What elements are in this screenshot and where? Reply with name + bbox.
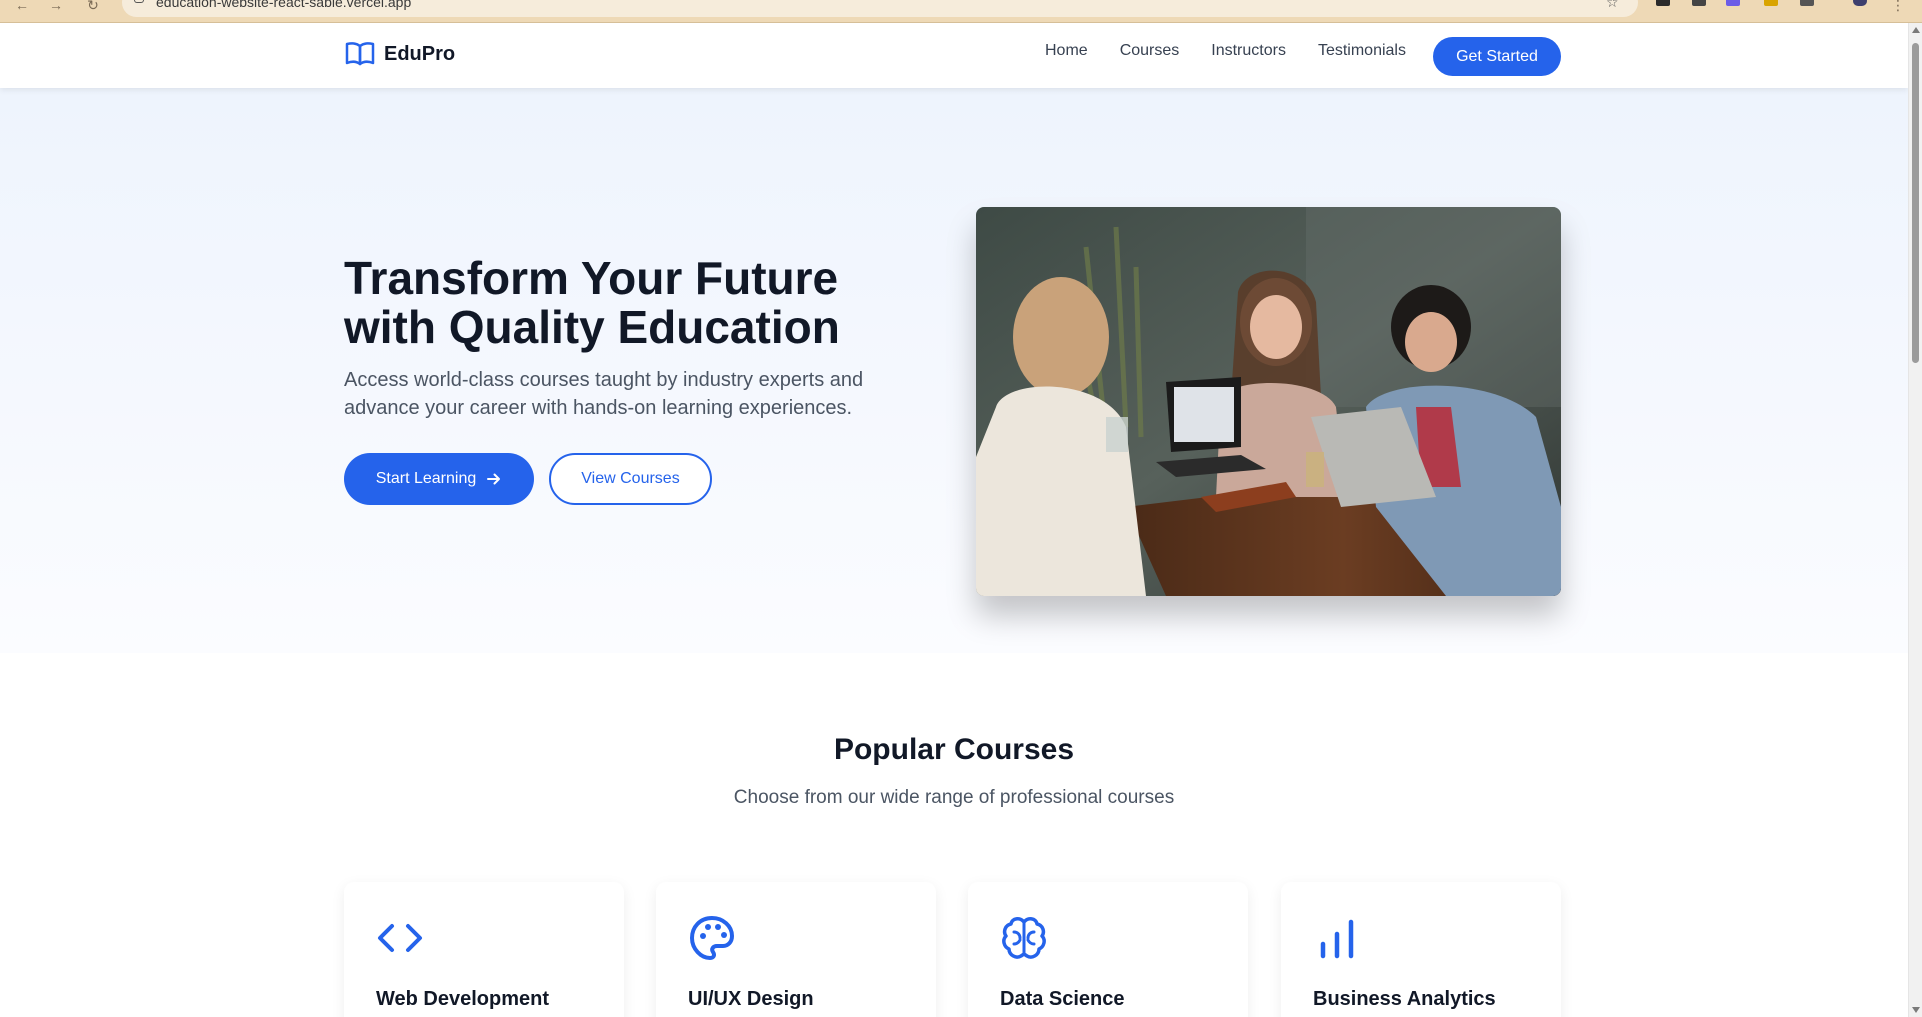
reload-icon[interactable]: ↻ [83, 0, 103, 14]
section-subtitle: Choose from our wide range of profession… [733, 787, 1175, 808]
nav-testimonials-link[interactable]: Testimonials [1318, 38, 1406, 64]
course-title: Business Analytics [1313, 988, 1496, 1010]
main-nav: Home Courses Instructors Testimonials [1045, 38, 1438, 64]
site-header: EduPro Home Courses Instructors Testimon… [0, 23, 1908, 88]
menu-icon[interactable]: ⋮ [1888, 0, 1908, 14]
extension-icon[interactable] [1692, 0, 1706, 6]
brain-icon [1002, 917, 1046, 959]
brand-logo[interactable]: EduPro [345, 40, 455, 68]
hero-image [976, 207, 1561, 596]
hero-subtitle: Access world-class courses taught by ind… [344, 369, 864, 419]
url-text[interactable]: education-website-react-sable.vercel.app [156, 0, 411, 10]
start-learning-label: Start Learning [375, 470, 477, 487]
extension-icon[interactable] [1764, 0, 1778, 6]
scroll-down-icon[interactable] [1912, 1007, 1920, 1013]
extension-icon[interactable] [1800, 0, 1814, 6]
page-scrollbar[interactable] [1908, 23, 1922, 1017]
course-title: Web Development [376, 988, 549, 1010]
section-title: Popular Courses [833, 733, 1075, 766]
extension-icon[interactable] [1656, 0, 1670, 6]
course-card-business-analytics[interactable]: Business Analytics [1281, 882, 1561, 1017]
scroll-up-icon[interactable] [1912, 27, 1920, 33]
nav-home-link[interactable]: Home [1045, 38, 1088, 64]
palette-icon [690, 916, 734, 960]
view-courses-button[interactable]: View Courses [549, 453, 712, 505]
scrollbar-thumb[interactable] [1912, 43, 1919, 363]
students-at-table-photo [976, 207, 1561, 596]
extension-icon[interactable] [1726, 0, 1740, 6]
code-icon [378, 924, 422, 952]
site-info-icon[interactable] [134, 0, 144, 3]
bar-chart-icon [1320, 919, 1354, 959]
page-viewport: EduPro Home Courses Instructors Testimon… [0, 23, 1908, 1017]
course-card-web-development[interactable]: Web Development [344, 882, 624, 1017]
course-title: Data Science [1000, 988, 1125, 1010]
course-cards: Web Development UI/UX Design Data Scienc… [344, 882, 1561, 1017]
bookmark-star-icon[interactable]: ☆ [1606, 0, 1619, 11]
course-card-data-science[interactable]: Data Science [968, 882, 1248, 1017]
open-book-icon [345, 42, 375, 66]
forward-icon[interactable]: → [46, 0, 66, 14]
browser-toolbar: ← → ↻ education-website-react-sable.verc… [0, 0, 1922, 23]
course-title: UI/UX Design [688, 988, 814, 1010]
brand-name: EduPro [384, 42, 456, 65]
nav-instructors-link[interactable]: Instructors [1211, 38, 1286, 64]
arrow-right-icon [487, 473, 501, 485]
course-card-ui-ux-design[interactable]: UI/UX Design [656, 882, 936, 1017]
nav-courses-link[interactable]: Courses [1120, 38, 1180, 64]
get-started-button[interactable]: Get Started [1433, 37, 1561, 76]
hero-title: Transform Your Future with Quality Educa… [344, 252, 840, 353]
hero-section: Transform Your Future with Quality Educa… [0, 88, 1908, 653]
start-learning-button[interactable]: Start Learning [344, 453, 534, 505]
back-icon[interactable]: ← [12, 0, 32, 14]
profile-avatar[interactable] [1853, 0, 1867, 6]
